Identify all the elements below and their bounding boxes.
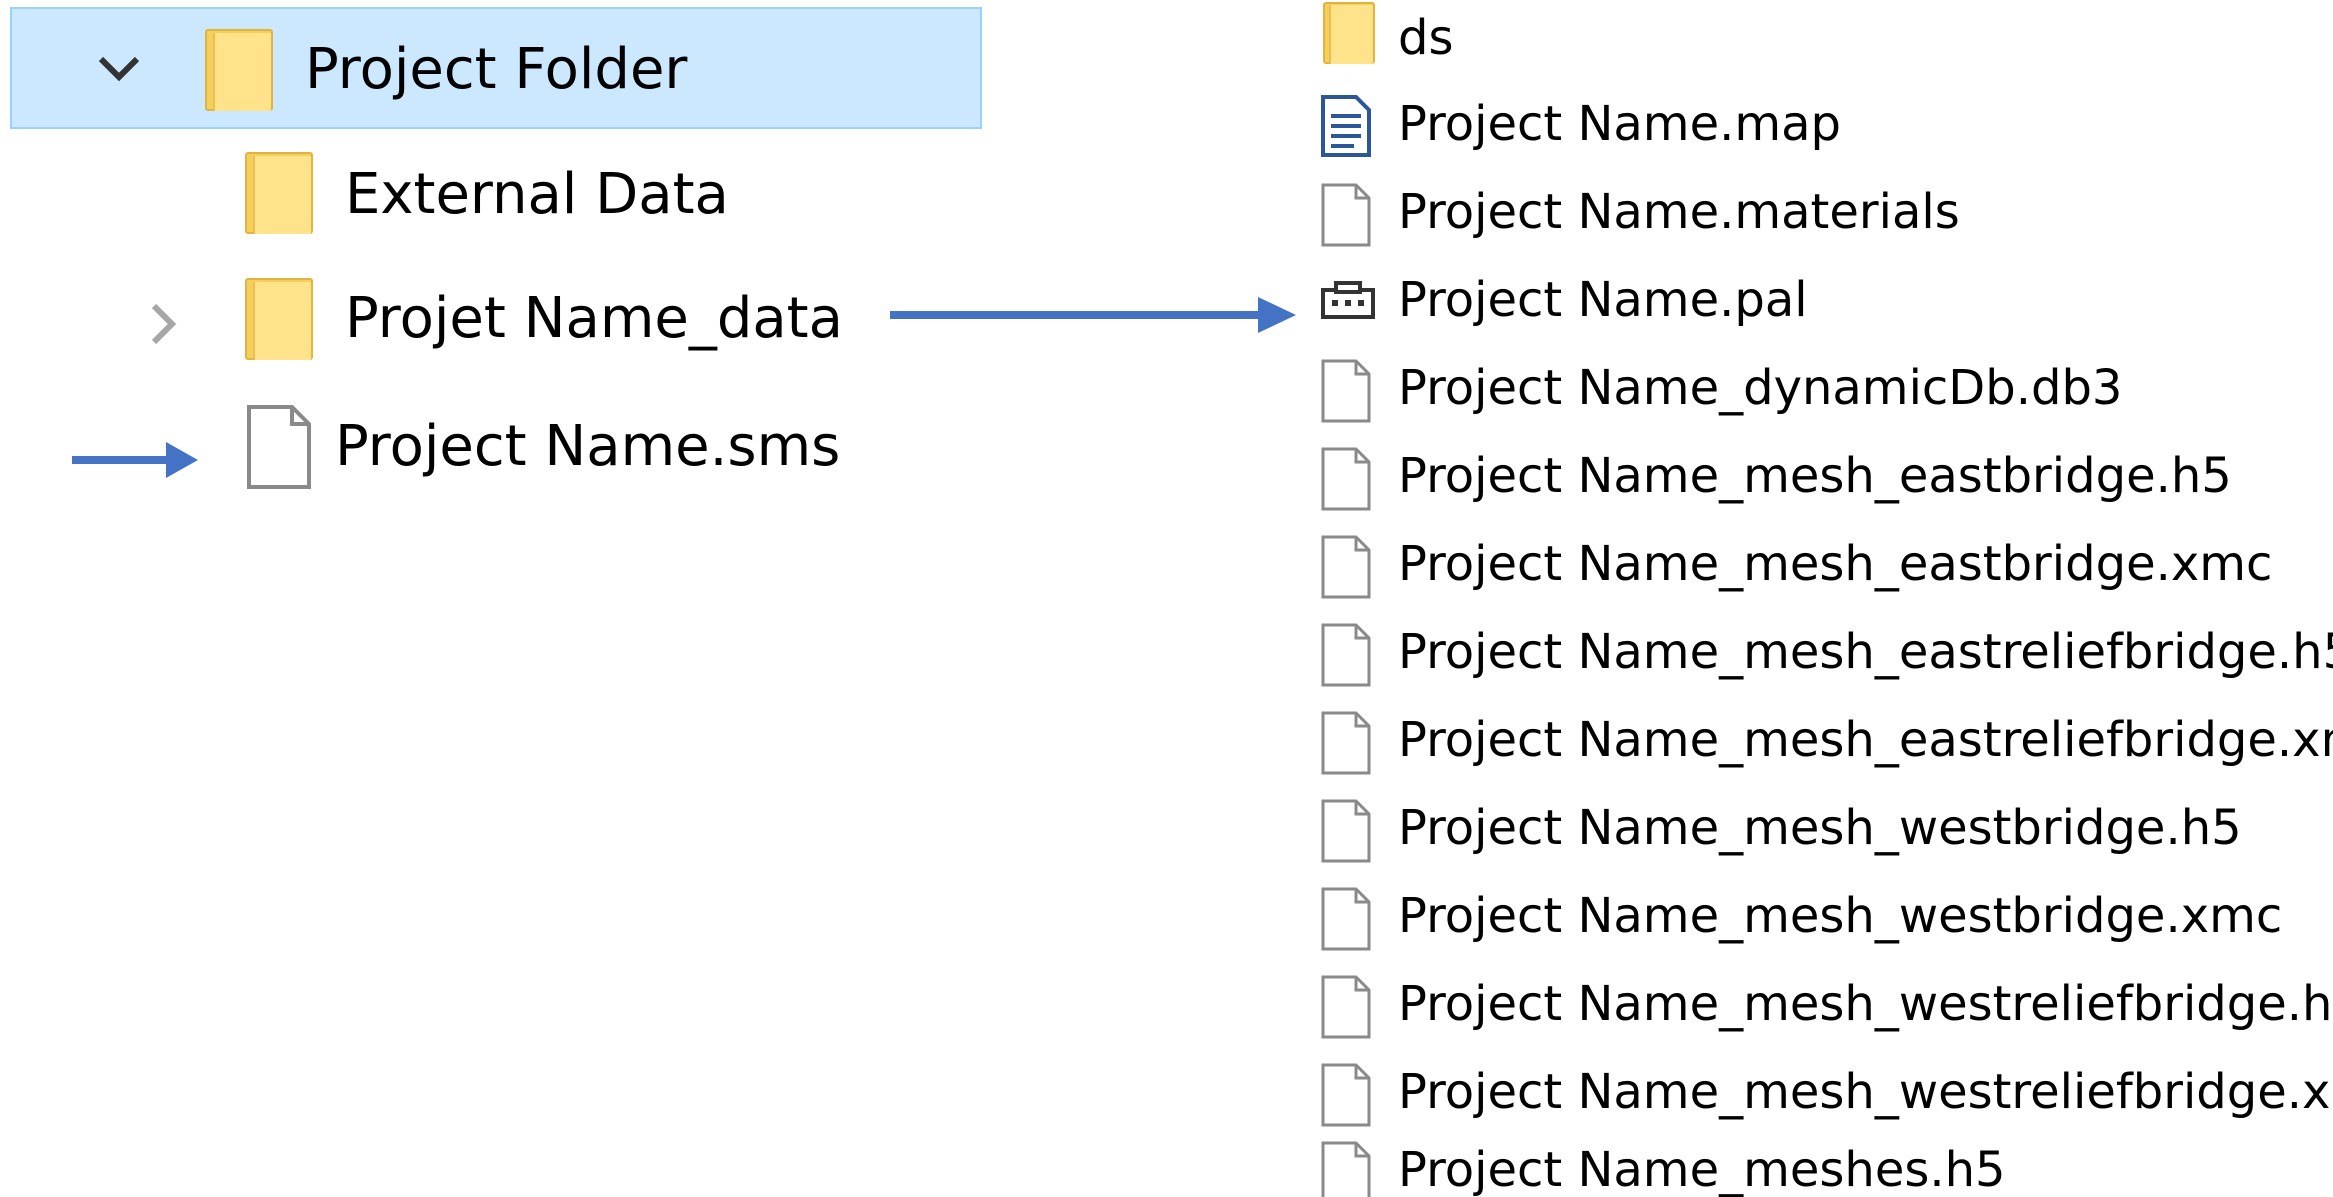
folder-icon: [245, 152, 313, 234]
list-item[interactable]: Project Name_mesh_westbridge.xmc: [1310, 880, 2333, 968]
file-icon: [1321, 447, 1371, 511]
file-icon: [1321, 535, 1371, 599]
file-name: Project Name_mesh_westreliefbridge.xmc: [1398, 1064, 2333, 1120]
file-icon: [1321, 887, 1371, 951]
list-item[interactable]: ds: [1310, 0, 2333, 88]
folder-icon: [245, 278, 313, 360]
file-icon: [1321, 1063, 1371, 1127]
list-item[interactable]: Project Name_mesh_westreliefbridge.xmc: [1310, 1056, 2333, 1144]
list-item[interactable]: Project Name.map: [1310, 88, 2333, 176]
file-list: ds Project Name.map Project Name.materia…: [1310, 0, 2333, 1197]
tree-item-label: Projet Name_data: [345, 286, 843, 351]
list-item[interactable]: Project Name.materials: [1310, 176, 2333, 264]
file-icon: [1321, 711, 1371, 775]
tree-item-external-data[interactable]: External Data: [10, 132, 982, 254]
file-icon: [1321, 183, 1371, 247]
file-icon: [1321, 359, 1371, 423]
file-icon: [1321, 799, 1371, 863]
file-icon: [1321, 623, 1371, 687]
file-name: ds: [1398, 10, 1454, 66]
file-name: Project Name_mesh_eastbridge.xmc: [1398, 536, 2273, 592]
list-item[interactable]: Project Name_mesh_eastbridge.xmc: [1310, 528, 2333, 616]
file-name: Project Name.pal: [1398, 272, 1808, 328]
list-item[interactable]: Project Name_meshes.h5: [1310, 1134, 2333, 1197]
file-icon: [1321, 1141, 1371, 1197]
folder-tree: Project Folder External Data Projet Name…: [0, 0, 990, 500]
tree-item-project-name-data[interactable]: Projet Name_data: [10, 258, 982, 380]
list-item[interactable]: Project Name_mesh_westbridge.h5: [1310, 792, 2333, 880]
file-icon: [247, 405, 311, 489]
file-name: Project Name_mesh_eastreliefbridge.xmc: [1398, 712, 2333, 768]
chevron-right-icon[interactable]: [150, 302, 178, 346]
file-name: Project Name_mesh_westbridge.h5: [1398, 800, 2242, 856]
file-name: Project Name_mesh_westreliefbridge.h5: [1398, 976, 2333, 1032]
file-name: Project Name_meshes.h5: [1398, 1142, 2006, 1197]
file-name: Project Name_dynamicDb.db3: [1398, 360, 2123, 416]
tree-item-project-folder[interactable]: Project Folder: [10, 7, 982, 129]
list-item[interactable]: Project Name_dynamicDb.db3: [1310, 352, 2333, 440]
file-name: Project Name_mesh_eastreliefbridge.h5: [1398, 624, 2333, 680]
file-name: Project Name_mesh_westbridge.xmc: [1398, 888, 2283, 944]
tree-item-label: Project Name.sms: [335, 414, 841, 479]
tree-item-label: External Data: [345, 162, 729, 227]
arrow-right-icon: [72, 442, 198, 478]
file-name: Project Name.materials: [1398, 184, 1960, 240]
folder-icon: [1323, 2, 1375, 64]
tree-item-label: Project Folder: [305, 37, 688, 102]
file-icon: [1321, 975, 1371, 1039]
palette-file-icon: [1321, 281, 1375, 319]
text-document-icon: [1321, 95, 1371, 157]
folder-icon: [205, 29, 273, 111]
file-name: Project Name.map: [1398, 96, 1841, 152]
list-item[interactable]: Project Name_mesh_westreliefbridge.h5: [1310, 968, 2333, 1056]
list-item[interactable]: Project Name_mesh_eastreliefbridge.xmc: [1310, 704, 2333, 792]
list-item[interactable]: Project Name_mesh_eastbridge.h5: [1310, 440, 2333, 528]
list-item[interactable]: Project Name.pal: [1310, 264, 2333, 352]
file-name: Project Name_mesh_eastbridge.h5: [1398, 448, 2232, 504]
list-item[interactable]: Project Name_mesh_eastreliefbridge.h5: [1310, 616, 2333, 704]
chevron-down-icon[interactable]: [97, 55, 141, 83]
arrow-right-icon: [890, 297, 1296, 333]
